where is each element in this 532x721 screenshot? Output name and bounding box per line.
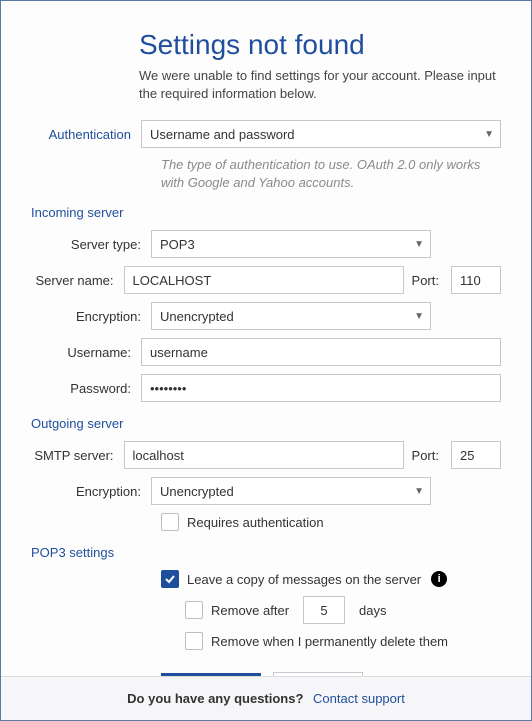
remove-perm-checkbox[interactable]: [185, 632, 203, 650]
password-input[interactable]: [141, 374, 501, 402]
server-name-input[interactable]: [124, 266, 404, 294]
username-label: Username:: [31, 345, 141, 360]
incoming-heading: Incoming server: [31, 205, 501, 220]
incoming-encryption-value: Unencrypted: [160, 309, 234, 324]
smtp-input[interactable]: [124, 441, 404, 469]
chevron-down-icon: ▼: [414, 239, 424, 250]
chevron-down-icon: ▼: [484, 129, 494, 140]
remove-after-checkbox[interactable]: [185, 601, 203, 619]
intro-text: We were unable to find settings for your…: [139, 67, 501, 102]
remove-after-days-input[interactable]: [303, 596, 345, 624]
username-input[interactable]: [141, 338, 501, 366]
outgoing-encryption-label: Encryption:: [31, 484, 151, 499]
authentication-hint: The type of authentication to use. OAuth…: [161, 156, 501, 191]
contact-support-link[interactable]: Contact support: [313, 691, 405, 706]
chevron-down-icon: ▼: [414, 311, 424, 322]
outgoing-encryption-value: Unencrypted: [160, 484, 234, 499]
pop3-heading: POP3 settings: [31, 545, 501, 560]
incoming-encryption-label: Encryption:: [31, 309, 151, 324]
server-name-label: Server name:: [31, 273, 124, 288]
settings-panel: Settings not found We were unable to fin…: [1, 1, 531, 676]
outgoing-encryption-select[interactable]: Unencrypted ▼: [151, 477, 431, 505]
footer-question: Do you have any questions?: [127, 691, 303, 706]
outgoing-port-label: Port:: [412, 448, 443, 463]
leave-copy-label: Leave a copy of messages on the server: [187, 572, 421, 587]
server-type-label: Server type:: [31, 237, 151, 252]
remove-after-suffix: days: [359, 603, 386, 618]
incoming-encryption-select[interactable]: Unencrypted ▼: [151, 302, 431, 330]
outgoing-heading: Outgoing server: [31, 416, 501, 431]
footer: Do you have any questions? Contact suppo…: [1, 676, 531, 720]
page-title: Settings not found: [139, 29, 501, 61]
chevron-down-icon: ▼: [414, 486, 424, 497]
requires-auth-label: Requires authentication: [187, 515, 324, 530]
incoming-port-label: Port:: [412, 273, 443, 288]
authentication-label: Authentication: [31, 127, 141, 142]
leave-copy-checkbox[interactable]: [161, 570, 179, 588]
server-type-value: POP3: [160, 237, 195, 252]
remove-perm-label: Remove when I permanently delete them: [211, 634, 448, 649]
server-type-select[interactable]: POP3 ▼: [151, 230, 431, 258]
authentication-value: Username and password: [150, 127, 295, 142]
remove-after-prefix: Remove after: [211, 603, 289, 618]
info-icon[interactable]: i: [431, 571, 447, 587]
outgoing-port-input[interactable]: [451, 441, 501, 469]
incoming-port-input[interactable]: [451, 266, 501, 294]
password-label: Password:: [31, 381, 141, 396]
requires-auth-checkbox[interactable]: [161, 513, 179, 531]
authentication-select[interactable]: Username and password ▼: [141, 120, 501, 148]
smtp-label: SMTP server:: [31, 448, 124, 463]
